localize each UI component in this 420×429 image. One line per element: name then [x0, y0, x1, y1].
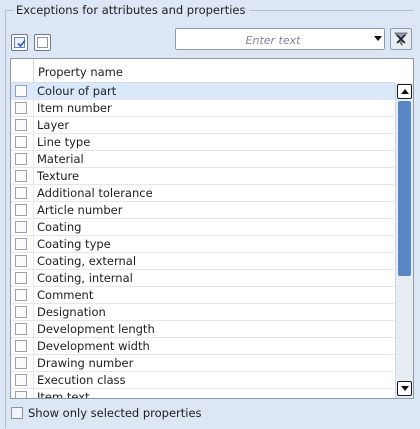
list-item-label: Colour of part	[37, 84, 117, 98]
row-column-separator	[33, 202, 34, 219]
list-item-label: Drawing number	[37, 356, 134, 370]
row-column-separator	[33, 389, 34, 398]
row-column-separator	[33, 236, 34, 253]
list-item[interactable]: Item text	[11, 389, 395, 399]
row-checkbox[interactable]	[15, 340, 27, 352]
row-column-separator	[33, 185, 34, 202]
row-checkbox[interactable]	[15, 170, 27, 182]
row-column-separator	[33, 168, 34, 185]
list-item[interactable]: Line type	[11, 134, 395, 151]
property-list[interactable]: Property name Colour of part Item number L…	[10, 58, 414, 399]
list-item-label: Material	[37, 152, 84, 166]
list-item[interactable]: Material	[11, 151, 395, 168]
vertical-scrollbar[interactable]	[395, 83, 413, 398]
list-item-label: Development length	[37, 322, 155, 336]
list-item[interactable]: Texture	[11, 168, 395, 185]
row-column-separator	[33, 338, 34, 355]
list-item[interactable]: Colour of part	[11, 83, 395, 100]
list-item[interactable]: Coating type	[11, 236, 395, 253]
deselect-all-button[interactable]	[34, 34, 51, 51]
row-column-separator	[33, 372, 34, 389]
row-checkbox[interactable]	[15, 136, 27, 148]
group-title: Exceptions for attributes and properties	[13, 3, 249, 17]
row-checkbox[interactable]	[15, 119, 27, 131]
list-item-label: Designation	[37, 305, 106, 319]
filter-combobox[interactable]	[175, 28, 385, 50]
list-item[interactable]: Article number	[11, 202, 395, 219]
list-item-label: Development width	[37, 339, 150, 353]
list-item-label: Layer	[37, 118, 70, 132]
column-header-property-name[interactable]: Property name	[38, 65, 123, 79]
row-column-separator	[33, 321, 34, 338]
list-item-label: Coating, external	[37, 254, 137, 268]
row-column-separator	[33, 304, 34, 321]
list-item-label: Execution class	[37, 373, 126, 387]
row-checkbox[interactable]	[15, 272, 27, 284]
list-item[interactable]: Development length	[11, 321, 395, 338]
list-item-label: Item number	[37, 101, 112, 115]
list-item[interactable]: Coating, external	[11, 253, 395, 270]
row-checkbox[interactable]	[15, 306, 27, 318]
list-item-label: Coating type	[37, 237, 111, 251]
row-checkbox[interactable]	[15, 357, 27, 369]
row-column-separator	[33, 83, 34, 100]
list-item[interactable]: Coating, internal	[11, 270, 395, 287]
row-checkbox[interactable]	[15, 323, 27, 335]
list-header: Property name	[11, 59, 395, 83]
clear-filter-icon	[394, 32, 408, 46]
row-column-separator	[33, 134, 34, 151]
list-item[interactable]: Item number	[11, 100, 395, 117]
show-only-selected-label[interactable]: Show only selected properties	[28, 406, 202, 420]
row-column-separator	[33, 151, 34, 168]
list-item-label: Article number	[37, 203, 123, 217]
clear-filter-button[interactable]	[390, 28, 412, 50]
arrow-up-icon	[401, 89, 409, 94]
list-item[interactable]: Layer	[11, 117, 395, 134]
arrow-down-icon	[401, 386, 409, 391]
empty-checkbox-icon	[37, 37, 48, 48]
list-item[interactable]: Coating	[11, 219, 395, 236]
list-item[interactable]: Drawing number	[11, 355, 395, 372]
list-item[interactable]: Comment	[11, 287, 395, 304]
chevron-down-icon[interactable]	[374, 36, 382, 41]
row-checkbox[interactable]	[15, 238, 27, 250]
list-item-label: Coating	[37, 220, 82, 234]
scroll-up-button[interactable]	[397, 84, 412, 99]
row-checkbox[interactable]	[15, 391, 27, 398]
row-column-separator	[33, 355, 34, 372]
scrollbar-thumb[interactable]	[398, 101, 411, 276]
list-item-label: Coating, internal	[37, 271, 133, 285]
filter-input[interactable]	[178, 30, 368, 50]
row-checkbox[interactable]	[15, 221, 27, 233]
row-checkbox[interactable]	[15, 102, 27, 114]
row-checkbox[interactable]	[15, 204, 27, 216]
list-item-label: Texture	[37, 169, 80, 183]
row-column-separator	[33, 219, 34, 236]
list-rows: Colour of part Item number Layer Line type M…	[11, 83, 395, 399]
row-column-separator	[33, 253, 34, 270]
list-item-label: Comment	[37, 288, 94, 302]
column-separator	[33, 59, 34, 83]
show-only-selected-checkbox[interactable]	[11, 407, 23, 419]
row-checkbox[interactable]	[15, 374, 27, 386]
row-checkbox[interactable]	[15, 85, 27, 97]
list-item[interactable]: Designation	[11, 304, 395, 321]
row-checkbox[interactable]	[15, 289, 27, 301]
scroll-down-button[interactable]	[397, 381, 412, 396]
list-item-label: Line type	[37, 135, 91, 149]
list-item-label: Additional tolerance	[37, 186, 153, 200]
select-all-button[interactable]	[11, 34, 28, 51]
list-item[interactable]: Development width	[11, 338, 395, 355]
list-item[interactable]: Execution class	[11, 372, 395, 389]
row-column-separator	[33, 270, 34, 287]
checked-checkbox-icon	[14, 37, 26, 48]
list-item-label: Item text	[37, 390, 90, 399]
row-checkbox[interactable]	[15, 153, 27, 165]
row-column-separator	[33, 100, 34, 117]
row-checkbox[interactable]	[15, 187, 27, 199]
row-column-separator	[33, 287, 34, 304]
row-column-separator	[33, 117, 34, 134]
list-item[interactable]: Additional tolerance	[11, 185, 395, 202]
row-checkbox[interactable]	[15, 255, 27, 267]
